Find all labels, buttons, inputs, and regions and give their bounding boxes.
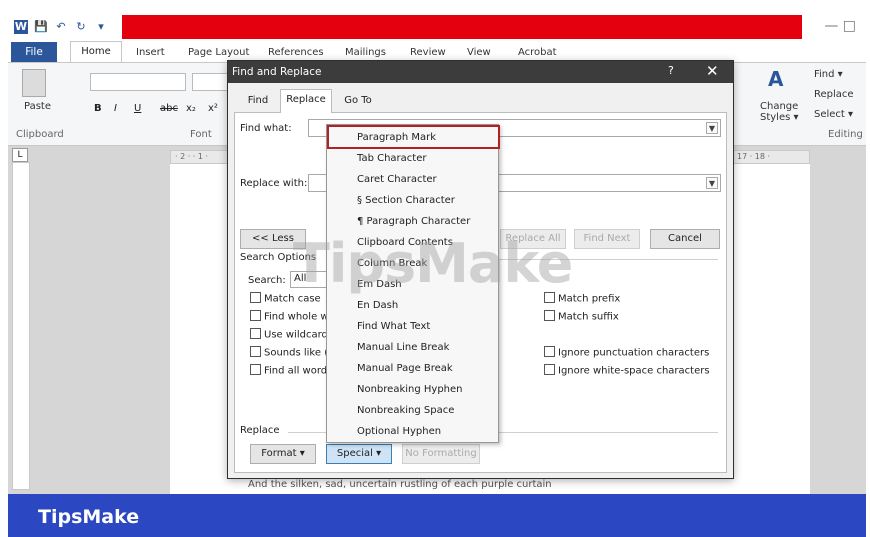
- ignore-punctuation-checkbox[interactable]: Ignore punctuation characters: [544, 346, 710, 359]
- find-next-button[interactable]: Find Next: [574, 229, 640, 249]
- help-icon[interactable]: ?: [668, 64, 674, 77]
- tab-replace[interactable]: Replace: [280, 89, 332, 113]
- title-redaction-bar: [122, 15, 802, 39]
- bold-button[interactable]: B: [94, 103, 102, 114]
- footer-brand: TipsMake: [38, 506, 140, 528]
- tab-acrobat[interactable]: Acrobat: [518, 47, 557, 58]
- find-all-word-forms-checkbox[interactable]: Find all word f: [250, 364, 334, 377]
- ignore-whitespace-label: Ignore white-space characters: [558, 365, 710, 377]
- menu-item-en-dash[interactable]: En Dash: [357, 300, 398, 311]
- paste-label[interactable]: Paste: [24, 101, 51, 112]
- tab-references[interactable]: References: [268, 47, 324, 58]
- ignore-punctuation-label: Ignore punctuation characters: [558, 347, 710, 359]
- change-styles-icon[interactable]: A: [768, 67, 792, 93]
- font-group-label: Font: [190, 129, 212, 140]
- special-button[interactable]: Special ▾: [326, 444, 392, 464]
- superscript-button[interactable]: x²: [208, 103, 218, 114]
- format-button[interactable]: Format ▾: [250, 444, 316, 464]
- paste-icon[interactable]: [22, 69, 46, 97]
- tab-page-layout[interactable]: Page Layout: [188, 47, 249, 58]
- watermark: TipsMake: [293, 232, 573, 295]
- tab-home[interactable]: Home: [70, 41, 122, 63]
- menu-item-nonbreaking-hyphen[interactable]: Nonbreaking Hyphen: [357, 384, 463, 395]
- close-icon[interactable]: ✕: [706, 62, 719, 80]
- replace-section-label: Replace: [240, 425, 280, 436]
- subscript-button[interactable]: x₂: [186, 103, 196, 114]
- tab-file[interactable]: File: [11, 42, 57, 62]
- replace-with-label: Replace with:: [240, 178, 308, 189]
- cancel-button[interactable]: Cancel: [650, 229, 720, 249]
- menu-item-manual-page-break[interactable]: Manual Page Break: [357, 363, 453, 374]
- chevron-down-icon[interactable]: ▼: [706, 177, 718, 189]
- find-whole-words-checkbox[interactable]: Find whole wo: [250, 310, 335, 323]
- tab-find[interactable]: Find: [240, 91, 276, 113]
- document-text[interactable]: And the silken, sad, uncertain rustling …: [248, 479, 552, 490]
- find-whole-words-label: Find whole wo: [264, 311, 335, 323]
- underline-button[interactable]: U: [134, 103, 141, 114]
- match-case-label: Match case: [264, 293, 321, 305]
- strikethrough-button[interactable]: abc: [160, 103, 178, 114]
- save-icon[interactable]: 💾: [34, 20, 48, 34]
- ruler-marks-right: 17 · 18 ·: [737, 152, 771, 161]
- vertical-ruler[interactable]: [12, 162, 30, 490]
- sounds-like-checkbox[interactable]: Sounds like (E: [250, 346, 335, 359]
- menu-item-caret-character[interactable]: Caret Character: [357, 174, 437, 185]
- word-window: { "app": { "quick_access": ["W", "💾", "↶…: [0, 0, 870, 537]
- window-controls[interactable]: — □: [824, 18, 856, 34]
- undo-icon[interactable]: ↶: [54, 20, 68, 34]
- match-suffix-label: Match suffix: [558, 311, 619, 323]
- change-styles-label[interactable]: Change Styles ▾: [760, 101, 804, 123]
- dialog-title-bar[interactable]: Find and Replace ? ✕: [228, 61, 733, 83]
- redo-icon[interactable]: ↻: [74, 20, 88, 34]
- editing-group-label: Editing: [828, 129, 863, 140]
- search-label: Search:: [248, 275, 286, 286]
- tab-review[interactable]: Review: [410, 47, 446, 58]
- italic-button[interactable]: I: [114, 103, 117, 114]
- ignore-whitespace-checkbox[interactable]: Ignore white-space characters: [544, 364, 710, 377]
- font-name-box[interactable]: [90, 73, 186, 91]
- font-size-box[interactable]: [192, 73, 228, 91]
- customize-qat-icon[interactable]: ▾: [94, 20, 108, 34]
- chevron-down-icon[interactable]: ▼: [706, 122, 718, 134]
- tab-view[interactable]: View: [467, 47, 491, 58]
- menu-item-manual-line-break[interactable]: Manual Line Break: [357, 342, 449, 353]
- word-logo-icon: W: [14, 20, 28, 34]
- select-button[interactable]: Select ▾: [814, 109, 853, 120]
- find-button[interactable]: Find ▾: [814, 69, 843, 80]
- tab-selector-icon[interactable]: L: [12, 148, 28, 162]
- menu-item-section-character[interactable]: § Section Character: [357, 195, 455, 206]
- menu-item-optional-hyphen[interactable]: Optional Hyphen: [357, 426, 441, 437]
- tab-mailings[interactable]: Mailings: [345, 47, 386, 58]
- find-all-word-forms-label: Find all word f: [264, 365, 334, 377]
- menu-item-find-what-text[interactable]: Find What Text: [357, 321, 430, 332]
- menu-item-tab-character[interactable]: Tab Character: [357, 153, 426, 164]
- menu-item-paragraph-character[interactable]: ¶ Paragraph Character: [357, 216, 470, 227]
- no-formatting-button[interactable]: No Formatting: [402, 444, 480, 464]
- match-suffix-checkbox[interactable]: Match suffix: [544, 310, 619, 323]
- ruler-marks-left: · 2 · · 1 ·: [175, 152, 209, 161]
- tab-insert[interactable]: Insert: [136, 47, 165, 58]
- replace-ribbon-button[interactable]: Replace: [814, 89, 854, 100]
- match-prefix-label: Match prefix: [558, 293, 621, 305]
- highlight-box: [327, 125, 500, 149]
- use-wildcards-checkbox[interactable]: Use wildcards: [250, 328, 334, 341]
- tab-go-to[interactable]: Go To: [338, 91, 378, 113]
- dialog-title: Find and Replace: [232, 66, 322, 78]
- clipboard-group-label: Clipboard: [16, 129, 64, 140]
- use-wildcards-label: Use wildcards: [264, 329, 334, 341]
- sounds-like-label: Sounds like (E: [264, 347, 335, 359]
- menu-item-nonbreaking-space[interactable]: Nonbreaking Space: [357, 405, 454, 416]
- find-what-label: Find what:: [240, 123, 292, 134]
